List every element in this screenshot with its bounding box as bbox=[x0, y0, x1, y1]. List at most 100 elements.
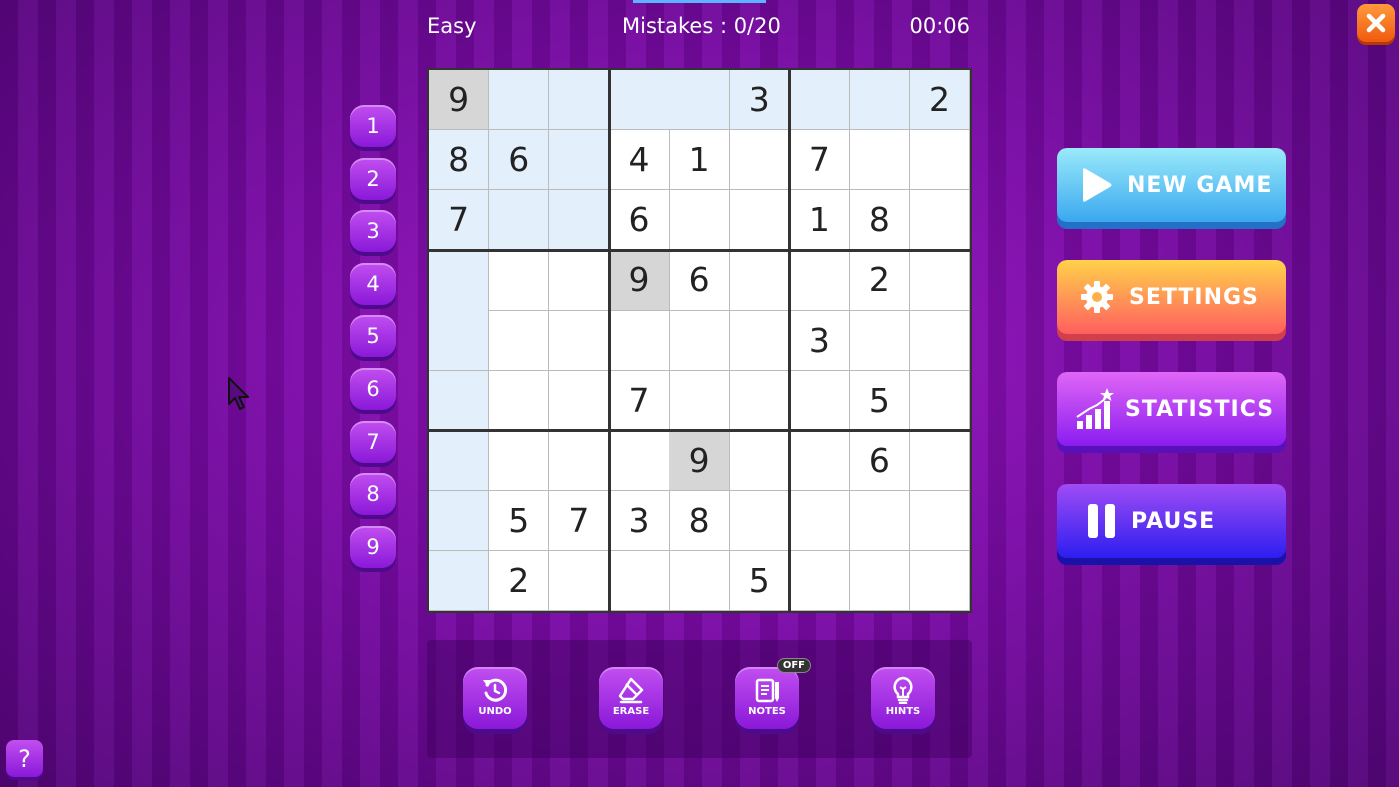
board-cell[interactable] bbox=[909, 310, 971, 371]
board-cell[interactable]: 2 bbox=[849, 250, 911, 311]
help-button[interactable]: ? bbox=[6, 740, 43, 777]
board-cell[interactable] bbox=[789, 550, 850, 612]
board-cell[interactable] bbox=[549, 550, 610, 612]
board-cell[interactable] bbox=[849, 130, 911, 191]
board-cell[interactable] bbox=[609, 70, 670, 131]
settings-button[interactable]: SETTINGS bbox=[1057, 260, 1286, 334]
board-cell[interactable] bbox=[909, 190, 971, 251]
board-cell[interactable]: 1 bbox=[669, 130, 730, 191]
board-cell[interactable] bbox=[669, 190, 730, 251]
board-cell[interactable] bbox=[489, 70, 550, 131]
board-cell[interactable] bbox=[849, 70, 911, 131]
board-cell[interactable]: 3 bbox=[609, 490, 670, 552]
board-cell[interactable] bbox=[429, 430, 490, 491]
board-cell[interactable] bbox=[789, 490, 850, 552]
board-cell[interactable]: 6 bbox=[609, 190, 670, 251]
board-cell[interactable] bbox=[909, 430, 971, 491]
board-cell[interactable]: 8 bbox=[429, 130, 490, 191]
board-cell[interactable] bbox=[549, 250, 610, 311]
board-cell[interactable]: 7 bbox=[609, 370, 670, 431]
board-cell[interactable]: 2 bbox=[489, 550, 550, 612]
board-cell[interactable] bbox=[909, 250, 971, 311]
board-cell[interactable]: 5 bbox=[489, 490, 550, 552]
number-key-3[interactable]: 3 bbox=[350, 210, 396, 253]
board-cell[interactable] bbox=[669, 550, 730, 612]
number-key-6[interactable]: 6 bbox=[350, 367, 396, 410]
new-game-button[interactable]: NEW GAME bbox=[1057, 148, 1286, 222]
notes-button[interactable]: OFF NOTES bbox=[735, 658, 811, 729]
board-cell[interactable] bbox=[669, 310, 730, 371]
statistics-button[interactable]: STATISTICS bbox=[1057, 372, 1286, 446]
number-key-2[interactable]: 2 bbox=[350, 157, 396, 200]
board-cell[interactable]: 3 bbox=[789, 310, 850, 371]
board-cell[interactable]: 6 bbox=[849, 430, 911, 491]
board-cell[interactable] bbox=[729, 370, 790, 431]
board-cell[interactable] bbox=[549, 70, 610, 131]
board-cell[interactable] bbox=[729, 190, 790, 251]
board-cell[interactable] bbox=[789, 250, 850, 311]
hints-button[interactable]: HINTS bbox=[871, 667, 935, 729]
board-cell[interactable]: 8 bbox=[849, 190, 911, 251]
board-cell[interactable] bbox=[729, 130, 790, 191]
number-key-1[interactable]: 1 bbox=[350, 105, 396, 147]
board-cell[interactable] bbox=[429, 490, 490, 552]
number-key-9[interactable]: 9 bbox=[350, 525, 396, 568]
close-button[interactable] bbox=[1357, 4, 1395, 42]
board-cell[interactable] bbox=[909, 130, 971, 191]
board-cell[interactable] bbox=[669, 370, 730, 431]
board-cell[interactable] bbox=[729, 490, 790, 552]
board-cell[interactable] bbox=[549, 190, 610, 251]
board-cell[interactable] bbox=[789, 430, 850, 491]
board-cell[interactable]: 7 bbox=[789, 130, 850, 191]
board-cell[interactable]: 6 bbox=[669, 250, 730, 311]
board-cell[interactable] bbox=[609, 310, 670, 371]
board-cell[interactable]: 2 bbox=[909, 70, 971, 131]
board-cell[interactable] bbox=[549, 130, 610, 191]
board-cell[interactable]: 9 bbox=[669, 430, 730, 491]
board-cell[interactable] bbox=[609, 550, 670, 612]
undo-button[interactable]: UNDO bbox=[463, 667, 527, 729]
board-cell[interactable] bbox=[609, 430, 670, 491]
board-cell[interactable] bbox=[729, 310, 790, 371]
board-cell[interactable]: 6 bbox=[489, 130, 550, 191]
board-cell[interactable] bbox=[429, 310, 490, 371]
board-cell[interactable] bbox=[849, 550, 911, 612]
board-cell[interactable] bbox=[849, 310, 911, 371]
pause-button[interactable]: PAUSE bbox=[1057, 484, 1286, 558]
number-key-4[interactable]: 4 bbox=[350, 262, 396, 305]
board-cell[interactable] bbox=[849, 490, 911, 552]
board-cell[interactable] bbox=[489, 190, 550, 251]
board-cell[interactable]: 7 bbox=[429, 190, 490, 251]
board-cell[interactable] bbox=[789, 70, 850, 131]
board-cell[interactable]: 5 bbox=[849, 370, 911, 431]
board-cell[interactable]: 8 bbox=[669, 490, 730, 552]
board-cell[interactable] bbox=[909, 370, 971, 431]
board-cell[interactable] bbox=[909, 490, 971, 552]
erase-button[interactable]: ERASE bbox=[599, 667, 663, 729]
board-cell[interactable] bbox=[489, 250, 550, 311]
board-cell[interactable]: 1 bbox=[789, 190, 850, 251]
board-cell[interactable] bbox=[489, 370, 550, 431]
board-cell[interactable] bbox=[489, 310, 550, 371]
board-cell[interactable]: 5 bbox=[729, 550, 790, 612]
board-cell[interactable] bbox=[909, 550, 971, 612]
board-cell[interactable]: 3 bbox=[729, 70, 790, 131]
board-cell[interactable] bbox=[729, 250, 790, 311]
board-cell[interactable] bbox=[549, 310, 610, 371]
board-cell[interactable] bbox=[429, 370, 490, 431]
board-cell[interactable]: 4 bbox=[609, 130, 670, 191]
board-cell[interactable] bbox=[429, 550, 490, 612]
number-key-5[interactable]: 5 bbox=[350, 315, 396, 358]
number-key-7[interactable]: 7 bbox=[350, 420, 396, 463]
board-cell[interactable] bbox=[429, 250, 490, 311]
number-key-8[interactable]: 8 bbox=[350, 473, 396, 516]
board-cell[interactable] bbox=[489, 430, 550, 491]
board-cell[interactable] bbox=[549, 370, 610, 431]
board-cell[interactable] bbox=[789, 370, 850, 431]
board-cell[interactable] bbox=[549, 430, 610, 491]
board-cell[interactable]: 9 bbox=[609, 250, 670, 311]
board-cell[interactable]: 7 bbox=[549, 490, 610, 552]
board-cell[interactable] bbox=[729, 430, 790, 491]
board-cell[interactable]: 9 bbox=[429, 70, 490, 131]
board-cell[interactable] bbox=[669, 70, 730, 131]
